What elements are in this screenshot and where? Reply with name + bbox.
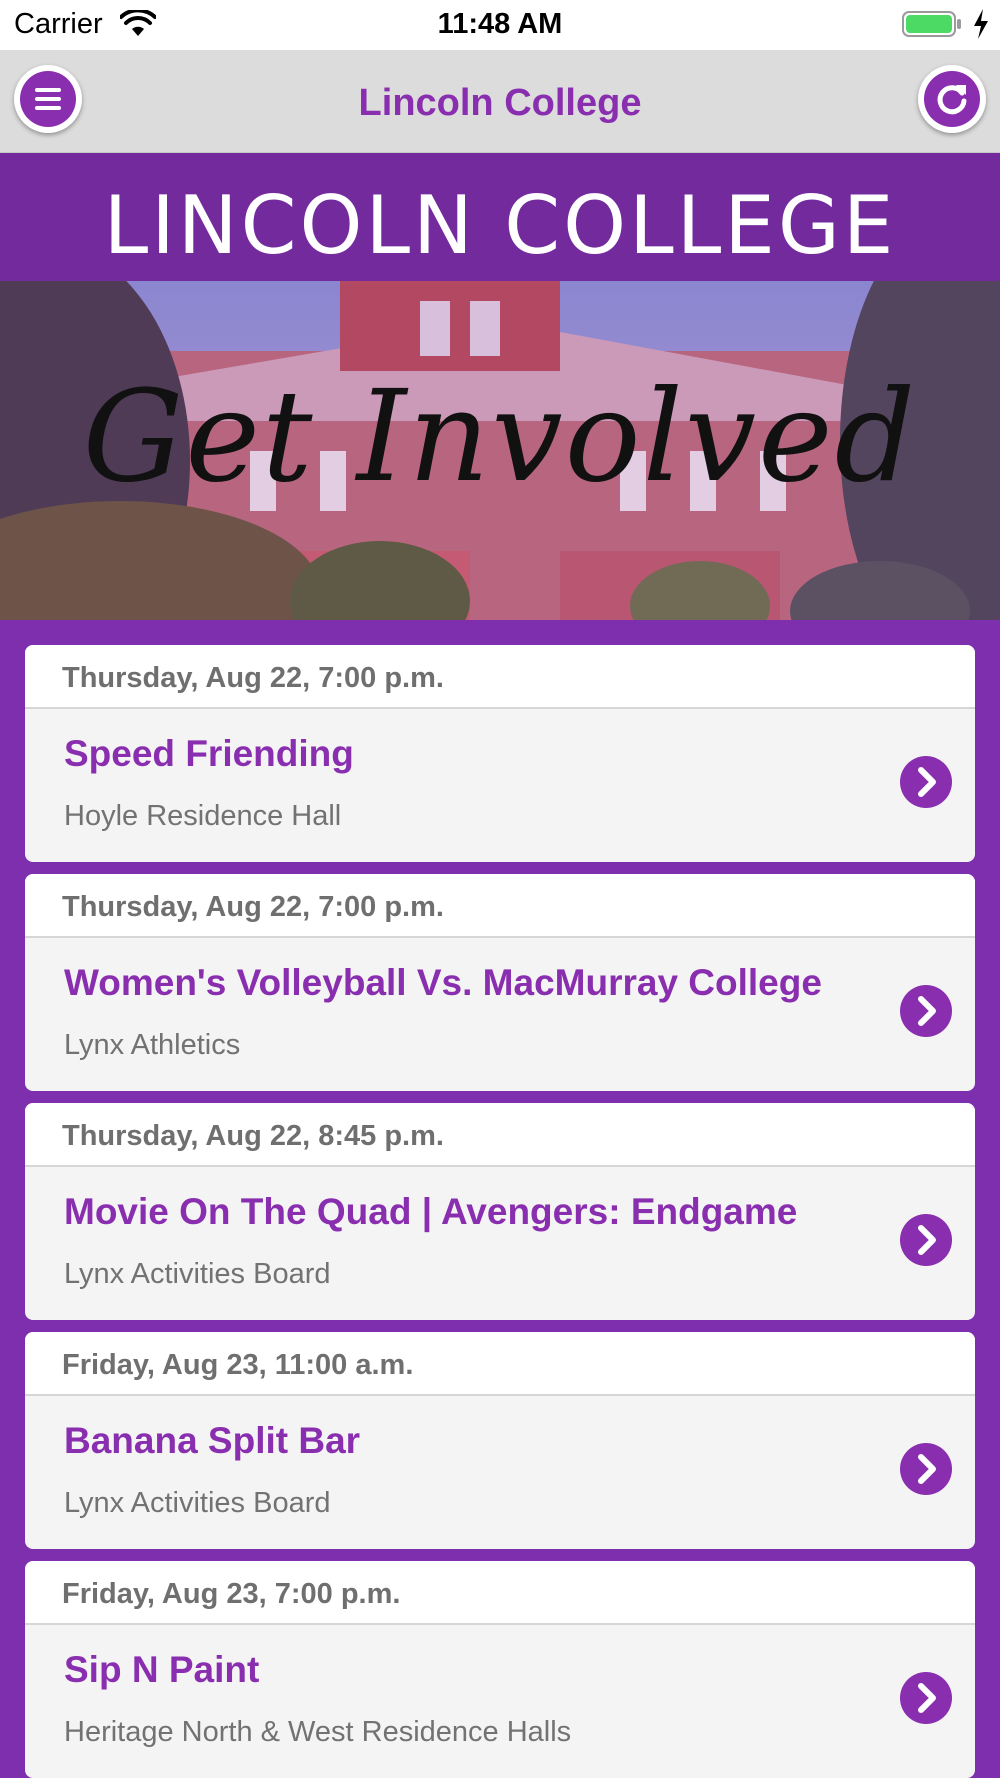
event-title[interactable]: Sip N Paint <box>64 1649 259 1691</box>
event-card[interactable]: Friday, Aug 23, 7:00 p.m. Sip N Paint He… <box>25 1561 975 1778</box>
status-time: 11:48 AM <box>437 8 563 40</box>
event-location: Lynx Athletics <box>64 1029 241 1061</box>
chevron-right-icon[interactable] <box>899 755 953 809</box>
charging-bolt-icon <box>974 9 988 39</box>
event-title[interactable]: Speed Friending <box>64 733 354 775</box>
nav-bar: Lincoln College <box>0 50 1000 153</box>
chevron-right-icon[interactable] <box>899 984 953 1038</box>
chevron-right-icon[interactable] <box>899 1671 953 1725</box>
event-date: Thursday, Aug 22, 7:00 p.m. <box>25 874 975 938</box>
chevron-right-icon[interactable] <box>899 1213 953 1267</box>
chevron-right-icon[interactable] <box>899 1442 953 1496</box>
refresh-button[interactable] <box>918 65 986 133</box>
event-list: Thursday, Aug 22, 7:00 p.m. Speed Friend… <box>25 645 975 1778</box>
event-card[interactable]: Thursday, Aug 22, 7:00 p.m. Women's Voll… <box>25 874 975 1091</box>
banner-headline: Get Involved <box>82 363 918 510</box>
status-bar: Carrier 11:48 AM <box>0 0 1000 50</box>
event-title[interactable]: Banana Split Bar <box>64 1420 360 1462</box>
event-date: Thursday, Aug 22, 7:00 p.m. <box>25 645 975 709</box>
page-title: Lincoln College <box>358 82 642 124</box>
event-date: Friday, Aug 23, 11:00 a.m. <box>25 1332 975 1396</box>
refresh-icon <box>937 85 967 115</box>
brand-wordmark: LINCOLN COLLEGE <box>103 179 897 272</box>
event-card[interactable]: Friday, Aug 23, 11:00 a.m. Banana Split … <box>25 1332 975 1549</box>
event-date: Friday, Aug 23, 7:00 p.m. <box>25 1561 975 1625</box>
banner-brand-bar: LINCOLN COLLEGE <box>0 153 1000 281</box>
event-location: Lynx Activities Board <box>64 1258 331 1290</box>
banner-image: Get Involved <box>0 281 1000 620</box>
event-location: Lynx Activities Board <box>64 1487 331 1519</box>
event-title[interactable]: Movie On The Quad | Avengers: Endgame <box>64 1191 797 1233</box>
event-title[interactable]: Women's Volleyball Vs. MacMurray College <box>64 962 822 1004</box>
event-date: Thursday, Aug 22, 8:45 p.m. <box>25 1103 975 1167</box>
battery-icon <box>902 11 961 37</box>
event-card[interactable]: Thursday, Aug 22, 8:45 p.m. Movie On The… <box>25 1103 975 1320</box>
event-location: Heritage North & West Residence Halls <box>64 1716 572 1748</box>
event-location: Hoyle Residence Hall <box>64 800 342 832</box>
event-card[interactable]: Thursday, Aug 22, 7:00 p.m. Speed Friend… <box>25 645 975 862</box>
